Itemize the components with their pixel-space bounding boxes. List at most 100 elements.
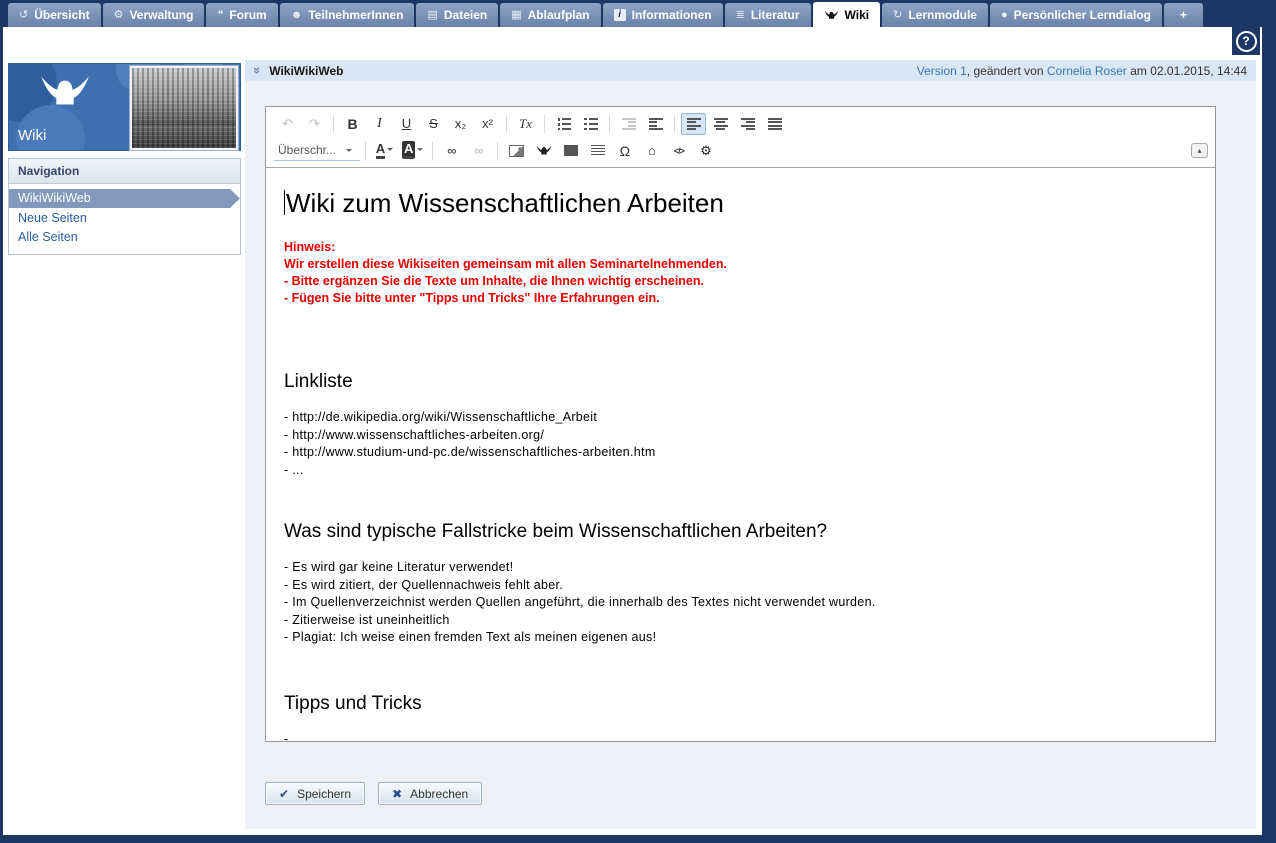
section-fallstricke: Was sind typische Fallstricke beim Wisse…: [284, 521, 1195, 647]
help-button[interactable]: ?: [1232, 27, 1260, 55]
tab-label: Persönlicher Lerndialog: [1014, 8, 1151, 22]
insert-image-button[interactable]: [504, 140, 529, 162]
outdent-icon: [622, 118, 636, 130]
tab-dateien[interactable]: ▤ Dateien: [416, 3, 498, 27]
tab-label: Literatur: [751, 8, 800, 22]
ordered-list-button[interactable]: [551, 113, 576, 135]
outdent-button[interactable]: [616, 113, 641, 135]
anchor-button[interactable]: ⌂: [639, 140, 664, 162]
tab-verwaltung[interactable]: ⚙ Verwaltung: [103, 3, 205, 27]
section-line: - Im Quellenverzeichnist werden Quellen …: [284, 594, 1195, 612]
wiki-link-button[interactable]: [531, 140, 556, 162]
tab-label: Dateien: [444, 8, 487, 22]
text-color-button[interactable]: A: [372, 140, 397, 162]
section-line: - http://www.wissenschaftliches-arbeiten…: [284, 427, 1195, 445]
background-color-button[interactable]: A: [399, 140, 426, 162]
strikethrough-button[interactable]: S: [421, 113, 446, 135]
undo-button[interactable]: ↶: [275, 113, 300, 135]
bullet-list-icon: [584, 118, 598, 130]
audience-photo: [130, 66, 238, 150]
tab-ablaufplan[interactable]: ▦ Ablaufplan: [500, 3, 600, 27]
main-area: » WikiWikiWeb Version 1, geändert von Co…: [245, 27, 1262, 835]
special-char-button[interactable]: Ω: [612, 140, 637, 162]
align-justify-button[interactable]: [762, 113, 787, 135]
align-left-button[interactable]: [681, 113, 706, 135]
toolbar-collapse-button[interactable]: ▴: [1191, 143, 1208, 158]
page-title-bar: » WikiWikiWeb Version 1, geändert von Co…: [245, 60, 1256, 81]
tab-informationen[interactable]: i Informationen: [603, 3, 723, 27]
version-text: , geändert von: [967, 64, 1047, 78]
section-linkliste: Linkliste - http://de.wikipedia.org/wiki…: [284, 371, 1195, 479]
toolbar-separator: [333, 115, 334, 133]
tab-lernmodule[interactable]: ↻ Lernmodule: [882, 3, 988, 27]
notice-line: Wir erstellen diese Wikiseiten gemeinsam…: [284, 256, 1195, 273]
version-info: Version 1, geändert von Cornelia Roser a…: [917, 64, 1247, 78]
underline-button[interactable]: U: [394, 113, 419, 135]
align-right-button[interactable]: [735, 113, 760, 135]
x-icon: ✖: [392, 787, 402, 801]
collapse-chevrons-icon[interactable]: »: [250, 67, 265, 74]
tab-label: Ablaufplan: [528, 8, 590, 22]
superscript-button[interactable]: x²: [475, 113, 500, 135]
align-left-icon: [687, 118, 701, 130]
plus-icon: +: [1180, 8, 1187, 22]
remove-link-button[interactable]: ∞: [466, 140, 491, 162]
plugins-button[interactable]: ⚙: [693, 140, 718, 162]
source-code-button[interactable]: </>: [666, 140, 691, 162]
navigation-box: Navigation WikiWikiWeb Neue Seiten Alle …: [8, 158, 241, 255]
toolbar-separator: [497, 142, 498, 160]
calendar-icon: ▦: [511, 10, 521, 21]
horizontal-rule-icon: [591, 145, 605, 157]
redo-button[interactable]: ↷: [302, 113, 327, 135]
remove-format-button[interactable]: Tx: [513, 113, 538, 135]
book-icon: ≣: [736, 10, 745, 21]
indent-button[interactable]: [643, 113, 668, 135]
table-icon: [564, 145, 578, 156]
tab-uebersicht[interactable]: ↺ Übersicht: [8, 3, 101, 27]
align-justify-icon: [768, 118, 782, 130]
insert-link-button[interactable]: ∞: [439, 140, 464, 162]
indent-icon: [649, 118, 663, 130]
author-link[interactable]: Cornelia Roser: [1047, 64, 1127, 78]
version-link[interactable]: Version 1: [917, 64, 967, 78]
tab-label: TeilnehmerInnen: [308, 8, 403, 22]
save-label: Speichern: [297, 787, 351, 801]
editor-content[interactable]: Wiki zum Wissenschaftlichen Arbeiten Hin…: [266, 168, 1215, 741]
cancel-label: Abbrechen: [410, 787, 468, 801]
tab-teilnehmerinnen[interactable]: ☻ TeilnehmerInnen: [280, 3, 415, 27]
check-icon: ✔: [279, 787, 289, 801]
horizontal-rule-button[interactable]: [585, 140, 610, 162]
speech-bubble-icon: ❝: [217, 10, 223, 21]
align-center-button[interactable]: [708, 113, 733, 135]
dialog-circle-icon: ●: [1001, 10, 1008, 21]
navigation-header: Navigation: [9, 159, 240, 184]
question-mark-icon: ?: [1236, 31, 1257, 52]
save-button[interactable]: ✔ Speichern: [265, 782, 365, 805]
section-line: - Zitierweise ist uneinheitlich: [284, 612, 1195, 630]
crown-icon: [824, 10, 839, 20]
paragraph-format-dropdown[interactable]: Überschr...: [274, 140, 360, 161]
toolbar-separator: [432, 142, 433, 160]
bold-button[interactable]: B: [340, 113, 365, 135]
participants-icon: ☻: [291, 10, 303, 21]
sidebar-item-neue-seiten[interactable]: Neue Seiten: [9, 209, 240, 228]
section-line: - ...: [284, 462, 1195, 480]
files-icon: ▤: [427, 10, 437, 21]
tab-add[interactable]: +: [1164, 3, 1203, 27]
wiki-module-banner: Wiki: [8, 63, 241, 151]
notice-line: - Bitte ergänzen Sie die Texte um Inhalt…: [284, 273, 1195, 290]
bullet-list-button[interactable]: [578, 113, 603, 135]
sidebar-item-wikiwikiweb[interactable]: WikiWikiWeb: [9, 189, 240, 208]
sidebar-item-alle-seiten[interactable]: Alle Seiten: [9, 228, 240, 247]
cancel-button[interactable]: ✖ Abbrechen: [378, 782, 482, 805]
text-color-icon: A: [376, 141, 385, 159]
tab-literatur[interactable]: ≣ Literatur: [725, 3, 811, 27]
tab-forum[interactable]: ❝ Forum: [206, 3, 277, 27]
tab-persoenlicher-lerndialog[interactable]: ● Persönlicher Lerndialog: [990, 3, 1162, 27]
rich-text-editor: ↶ ↷ B I U S x₂ x² Tx: [265, 106, 1216, 742]
section-line: - ...: [284, 731, 1195, 742]
italic-button[interactable]: I: [367, 113, 392, 135]
insert-table-button[interactable]: [558, 140, 583, 162]
tab-wiki-active[interactable]: Wiki: [813, 2, 881, 27]
subscript-button[interactable]: x₂: [448, 113, 473, 135]
